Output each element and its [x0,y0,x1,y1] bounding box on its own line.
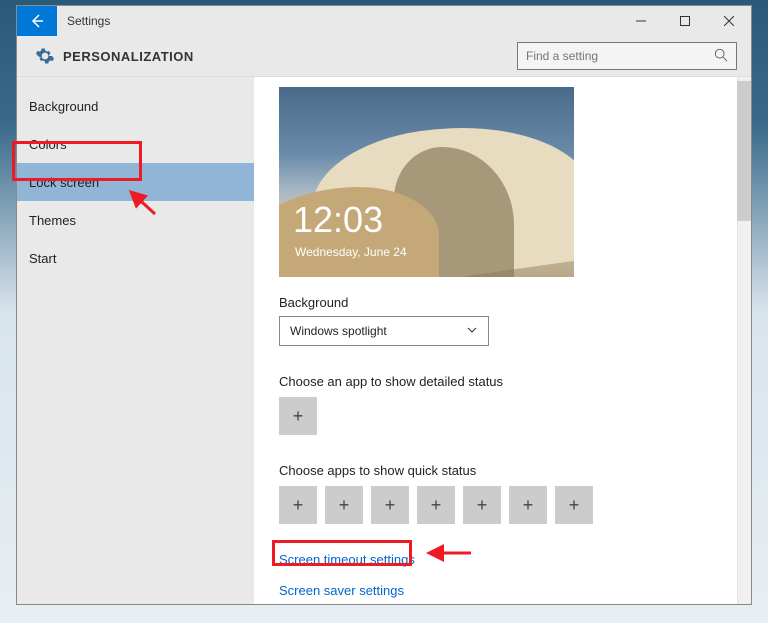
add-quick-app-button[interactable]: + [279,486,317,524]
plus-icon: + [569,495,580,516]
plus-icon: + [523,495,534,516]
sidebar-item-label: Start [29,251,56,266]
minimize-button[interactable] [619,6,663,36]
add-quick-app-button[interactable]: + [555,486,593,524]
sidebar-item-colors[interactable]: Colors [17,125,254,163]
screen-saver-link[interactable]: Screen saver settings [279,583,721,598]
titlebar: Settings [17,6,751,36]
header-left: PERSONALIZATION [35,46,194,66]
main-panel: 12:03 Wednesday, June 24 Background Wind… [254,77,751,604]
sidebar-item-themes[interactable]: Themes [17,201,254,239]
quick-status-label: Choose apps to show quick status [279,463,721,478]
quick-status-row: + + + + + + + [279,486,721,524]
window-title: Settings [67,14,110,28]
sidebar-item-lock-screen[interactable]: Lock screen [17,163,254,201]
plus-icon: + [477,495,488,516]
add-quick-app-button[interactable]: + [371,486,409,524]
header-row: PERSONALIZATION [17,36,751,76]
plus-icon: + [431,495,442,516]
plus-icon: + [293,495,304,516]
add-quick-app-button[interactable]: + [325,486,363,524]
dropdown-value: Windows spotlight [290,324,387,338]
sidebar-item-label: Lock screen [29,175,99,190]
maximize-button[interactable] [663,6,707,36]
gear-icon [35,46,55,66]
sidebar-item-label: Colors [29,137,67,152]
plus-icon: + [385,495,396,516]
detailed-status-row: + [279,397,721,435]
search-icon [714,48,728,65]
add-detailed-app-button[interactable]: + [279,397,317,435]
sidebar-item-label: Background [29,99,98,114]
plus-icon: + [339,495,350,516]
add-quick-app-button[interactable]: + [509,486,547,524]
background-label: Background [279,295,721,310]
window-controls [619,6,751,36]
plus-icon: + [293,406,304,427]
preview-date: Wednesday, June 24 [295,245,407,259]
scrollbar-track[interactable] [737,77,751,604]
settings-window: Settings PERSONALIZATION Background Colo… [16,5,752,605]
back-button[interactable] [17,6,57,36]
sidebar-item-background[interactable]: Background [17,87,254,125]
sidebar-item-label: Themes [29,213,76,228]
body: Background Colors Lock screen Themes Sta… [17,76,751,604]
detailed-status-label: Choose an app to show detailed status [279,374,721,389]
search-box[interactable] [517,42,737,70]
preview-time: 12:03 [293,199,383,241]
close-button[interactable] [707,6,751,36]
scrollbar-thumb[interactable] [737,81,751,221]
sidebar-item-start[interactable]: Start [17,239,254,277]
page-title: PERSONALIZATION [63,49,194,64]
search-input[interactable] [526,49,706,63]
lockscreen-preview: 12:03 Wednesday, June 24 [279,87,574,277]
screen-timeout-link[interactable]: Screen timeout settings [279,552,721,567]
arrow-left-icon [29,13,45,29]
add-quick-app-button[interactable]: + [463,486,501,524]
sidebar: Background Colors Lock screen Themes Sta… [17,77,254,604]
chevron-down-icon [466,324,478,339]
add-quick-app-button[interactable]: + [417,486,455,524]
background-dropdown[interactable]: Windows spotlight [279,316,489,346]
